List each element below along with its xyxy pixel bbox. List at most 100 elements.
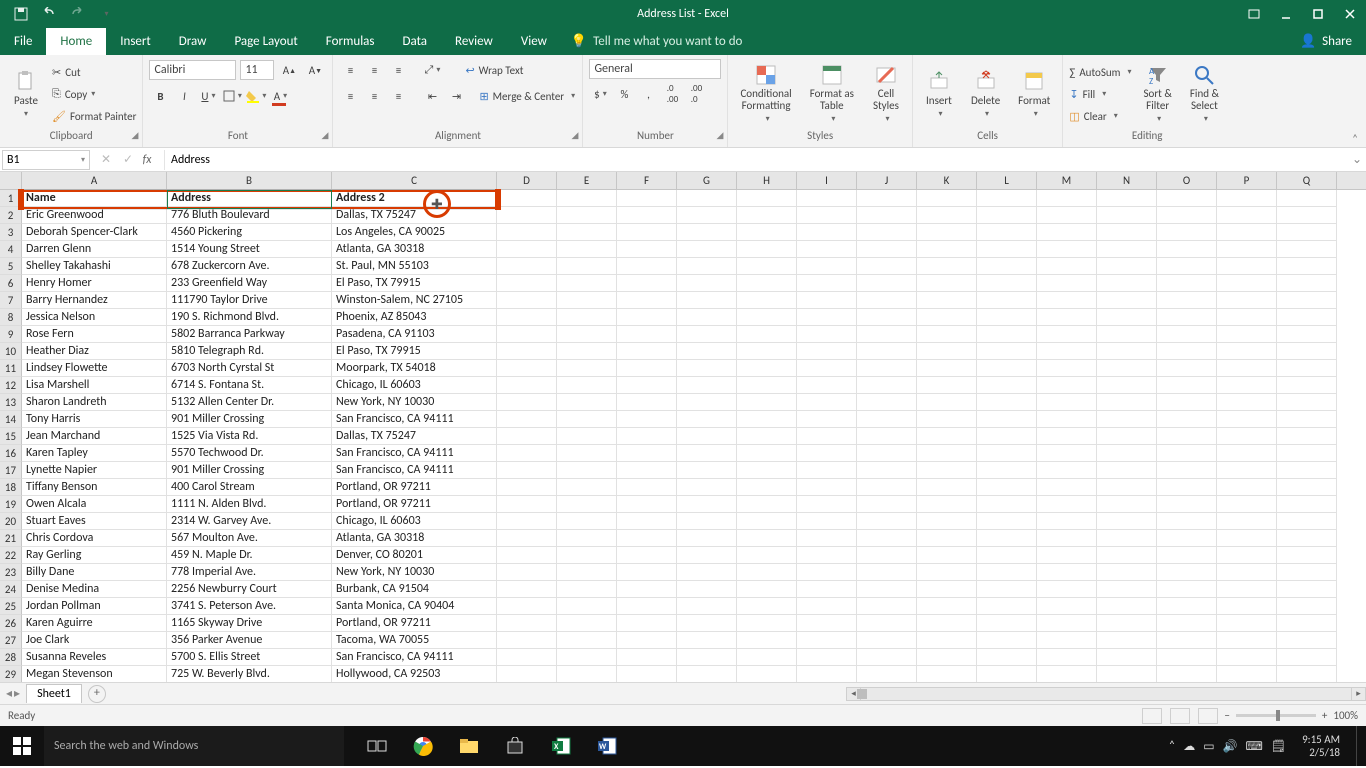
cell[interactable] bbox=[737, 479, 797, 496]
sheet-nav-last-icon[interactable]: ▸ bbox=[14, 686, 20, 701]
cell[interactable] bbox=[677, 666, 737, 682]
cell[interactable] bbox=[1277, 360, 1337, 377]
cell[interactable] bbox=[1217, 224, 1277, 241]
cell[interactable] bbox=[617, 190, 677, 207]
show-desktop-button[interactable] bbox=[1356, 726, 1362, 766]
cell[interactable] bbox=[1157, 343, 1217, 360]
cell[interactable] bbox=[977, 190, 1037, 207]
keyboard-icon[interactable]: ⌨ bbox=[1246, 739, 1263, 754]
cell[interactable] bbox=[1097, 547, 1157, 564]
cell[interactable] bbox=[1097, 207, 1157, 224]
cell[interactable] bbox=[1277, 377, 1337, 394]
cell[interactable] bbox=[557, 462, 617, 479]
cell[interactable]: Denise Medina bbox=[22, 581, 167, 598]
insert-cells-button[interactable]: Insert bbox=[919, 68, 959, 121]
cell[interactable] bbox=[1277, 530, 1337, 547]
cell[interactable] bbox=[737, 632, 797, 649]
cell[interactable] bbox=[797, 360, 857, 377]
cell[interactable]: Deborah Spencer-Clark bbox=[22, 224, 167, 241]
cell[interactable]: Darren Glenn bbox=[22, 241, 167, 258]
network-icon[interactable]: ▭ bbox=[1203, 739, 1214, 754]
cell[interactable] bbox=[737, 530, 797, 547]
cell[interactable] bbox=[1097, 530, 1157, 547]
cell[interactable] bbox=[617, 411, 677, 428]
cell[interactable] bbox=[737, 428, 797, 445]
cell[interactable] bbox=[1277, 479, 1337, 496]
cell[interactable] bbox=[857, 224, 917, 241]
cell[interactable] bbox=[977, 462, 1037, 479]
cell[interactable] bbox=[917, 326, 977, 343]
cell[interactable] bbox=[1157, 394, 1217, 411]
cell[interactable] bbox=[737, 309, 797, 326]
cell[interactable] bbox=[797, 326, 857, 343]
cell[interactable] bbox=[617, 547, 677, 564]
cell[interactable] bbox=[677, 275, 737, 292]
cell[interactable] bbox=[977, 581, 1037, 598]
cell[interactable] bbox=[1277, 462, 1337, 479]
chrome-icon[interactable] bbox=[400, 726, 446, 766]
cell[interactable] bbox=[497, 513, 557, 530]
sheet-tab[interactable]: Sheet1 bbox=[26, 684, 82, 703]
cell[interactable]: 901 Miller Crossing bbox=[167, 411, 332, 428]
align-bottom-icon[interactable]: ≡ bbox=[387, 59, 409, 81]
clipboard-launcher-icon[interactable]: ◢ bbox=[132, 130, 139, 141]
cell[interactable] bbox=[617, 428, 677, 445]
cell-styles-button[interactable]: CellStyles bbox=[866, 62, 906, 126]
cell[interactable] bbox=[1277, 207, 1337, 224]
cell[interactable] bbox=[1037, 479, 1097, 496]
cell[interactable] bbox=[1157, 462, 1217, 479]
column-header[interactable]: L bbox=[977, 172, 1037, 189]
cell[interactable]: 5132 Allen Center Dr. bbox=[167, 394, 332, 411]
cell[interactable]: Address bbox=[167, 190, 332, 207]
cell[interactable] bbox=[617, 292, 677, 309]
cell[interactable] bbox=[557, 615, 617, 632]
cell[interactable] bbox=[737, 190, 797, 207]
cell[interactable] bbox=[1097, 564, 1157, 581]
cell[interactable]: 725 W. Beverly Blvd. bbox=[167, 666, 332, 682]
cell[interactable] bbox=[737, 547, 797, 564]
cell[interactable] bbox=[1277, 343, 1337, 360]
cell[interactable] bbox=[1157, 241, 1217, 258]
tab-formulas[interactable]: Formulas bbox=[312, 28, 389, 55]
italic-icon[interactable]: I bbox=[173, 85, 195, 107]
cell[interactable] bbox=[557, 377, 617, 394]
cell[interactable] bbox=[1277, 445, 1337, 462]
cell[interactable]: 901 Miller Crossing bbox=[167, 462, 332, 479]
cell[interactable] bbox=[677, 462, 737, 479]
cell[interactable] bbox=[1217, 530, 1277, 547]
increase-indent-icon[interactable]: ⇥ bbox=[445, 85, 467, 107]
name-box[interactable]: B1▾ bbox=[2, 150, 90, 170]
cell[interactable] bbox=[617, 598, 677, 615]
cell[interactable] bbox=[977, 275, 1037, 292]
row-header[interactable]: 11 bbox=[0, 360, 22, 377]
cell[interactable] bbox=[1217, 292, 1277, 309]
cell[interactable] bbox=[1277, 309, 1337, 326]
cell[interactable] bbox=[1277, 190, 1337, 207]
cell[interactable] bbox=[677, 632, 737, 649]
cell[interactable] bbox=[1277, 513, 1337, 530]
cell[interactable] bbox=[1277, 326, 1337, 343]
cell[interactable] bbox=[737, 496, 797, 513]
cell[interactable] bbox=[1157, 360, 1217, 377]
cell[interactable]: Rose Fern bbox=[22, 326, 167, 343]
cell[interactable] bbox=[737, 207, 797, 224]
word-taskbar-icon[interactable]: W bbox=[584, 726, 630, 766]
zoom-in-icon[interactable]: + bbox=[1322, 709, 1327, 722]
cell[interactable]: Stuart Eaves bbox=[22, 513, 167, 530]
cell[interactable] bbox=[797, 615, 857, 632]
cell[interactable]: Jessica Nelson bbox=[22, 309, 167, 326]
row-header[interactable]: 3 bbox=[0, 224, 22, 241]
cell[interactable] bbox=[977, 479, 1037, 496]
cell[interactable] bbox=[1037, 564, 1097, 581]
cell[interactable] bbox=[677, 581, 737, 598]
cell[interactable]: Lynette Napier bbox=[22, 462, 167, 479]
enter-formula-icon[interactable]: ✓ bbox=[120, 152, 136, 167]
cell[interactable] bbox=[797, 479, 857, 496]
cell[interactable] bbox=[977, 241, 1037, 258]
cell[interactable] bbox=[617, 394, 677, 411]
cell[interactable] bbox=[677, 513, 737, 530]
cell[interactable] bbox=[857, 343, 917, 360]
cell[interactable] bbox=[1157, 547, 1217, 564]
cell[interactable] bbox=[1097, 343, 1157, 360]
cell[interactable] bbox=[797, 513, 857, 530]
